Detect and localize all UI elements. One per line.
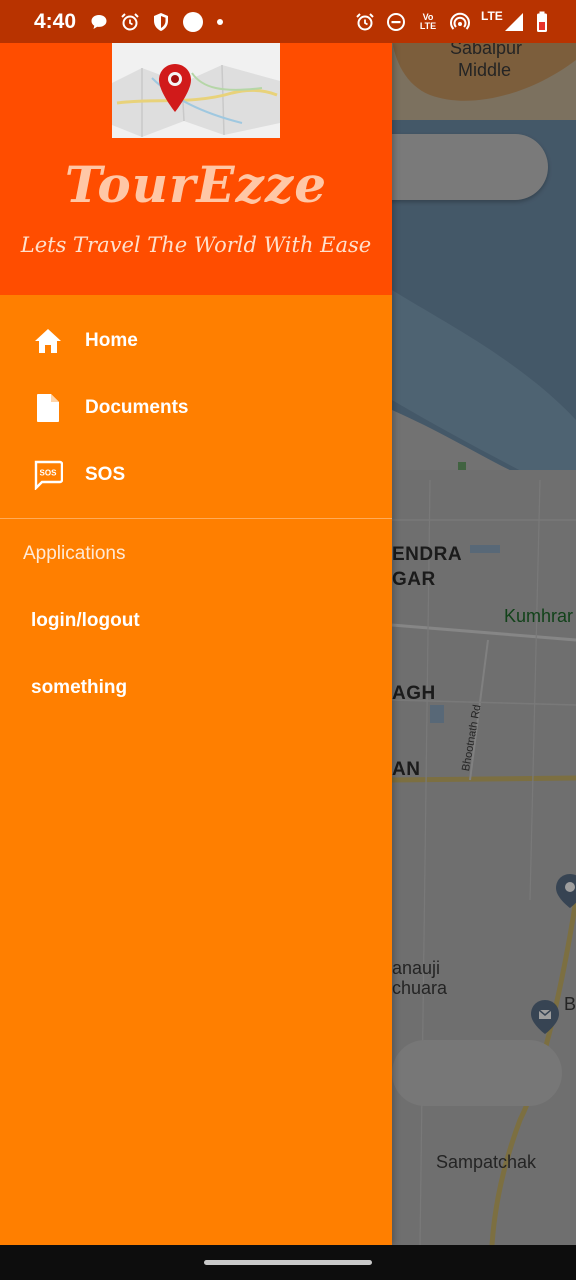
menu-item-something[interactable]: something	[31, 677, 127, 699]
brand-title: TourEzze	[64, 155, 328, 214]
alarm-status-icon	[355, 12, 375, 32]
system-navigation-bar	[0, 1245, 576, 1280]
alarm-icon	[120, 12, 140, 32]
volte-icon: Vo LTE	[417, 11, 439, 31]
status-notification-icons	[90, 11, 224, 33]
folded-map-icon	[112, 64, 280, 137]
menu-item-label: SOS	[85, 463, 126, 485]
sos-message-icon: SOS	[33, 460, 63, 490]
menu-divider	[0, 518, 392, 519]
menu-item-sos[interactable]: SOS SOS	[0, 441, 392, 508]
shield-icon	[152, 12, 170, 32]
menu-item-label: Documents	[85, 396, 189, 418]
lte-label: LTE	[481, 8, 503, 23]
lte-signal-icon: LTE	[481, 8, 525, 33]
home-icon	[33, 326, 63, 356]
navigation-drawer: TourEzze Lets Travel The World With Ease…	[0, 43, 392, 1245]
status-system-icons: Vo LTE LTE	[355, 8, 548, 33]
status-bar: 4:40 Vo LTE LTE	[0, 0, 576, 43]
section-title-applications: Applications	[23, 543, 126, 564]
location-pin-icon	[159, 64, 191, 112]
document-icon	[33, 393, 63, 423]
brand-tagline: Lets Travel The World With Ease	[20, 233, 372, 257]
drawer-menu: Home Documents SOS SOS	[0, 307, 392, 508]
svg-text:SOS: SOS	[40, 468, 58, 477]
status-time: 4:40	[34, 9, 77, 33]
battery-icon	[536, 11, 548, 33]
more-notifications-dot-icon	[216, 18, 224, 26]
app-logo-map-image	[112, 43, 280, 138]
menu-item-label: Home	[85, 329, 138, 351]
message-icon	[90, 13, 108, 31]
circle-notification-icon	[182, 11, 204, 33]
drawer-header: TourEzze Lets Travel The World With Ease	[0, 43, 392, 295]
volte-label: Vo LTE	[419, 11, 437, 31]
hotspot-icon	[450, 12, 470, 32]
do-not-disturb-icon	[386, 12, 406, 32]
menu-item-home[interactable]: Home	[0, 307, 392, 374]
home-gesture-handle[interactable]	[204, 1260, 372, 1265]
menu-item-login-logout[interactable]: login/logout	[31, 610, 140, 632]
menu-item-documents[interactable]: Documents	[0, 374, 392, 441]
